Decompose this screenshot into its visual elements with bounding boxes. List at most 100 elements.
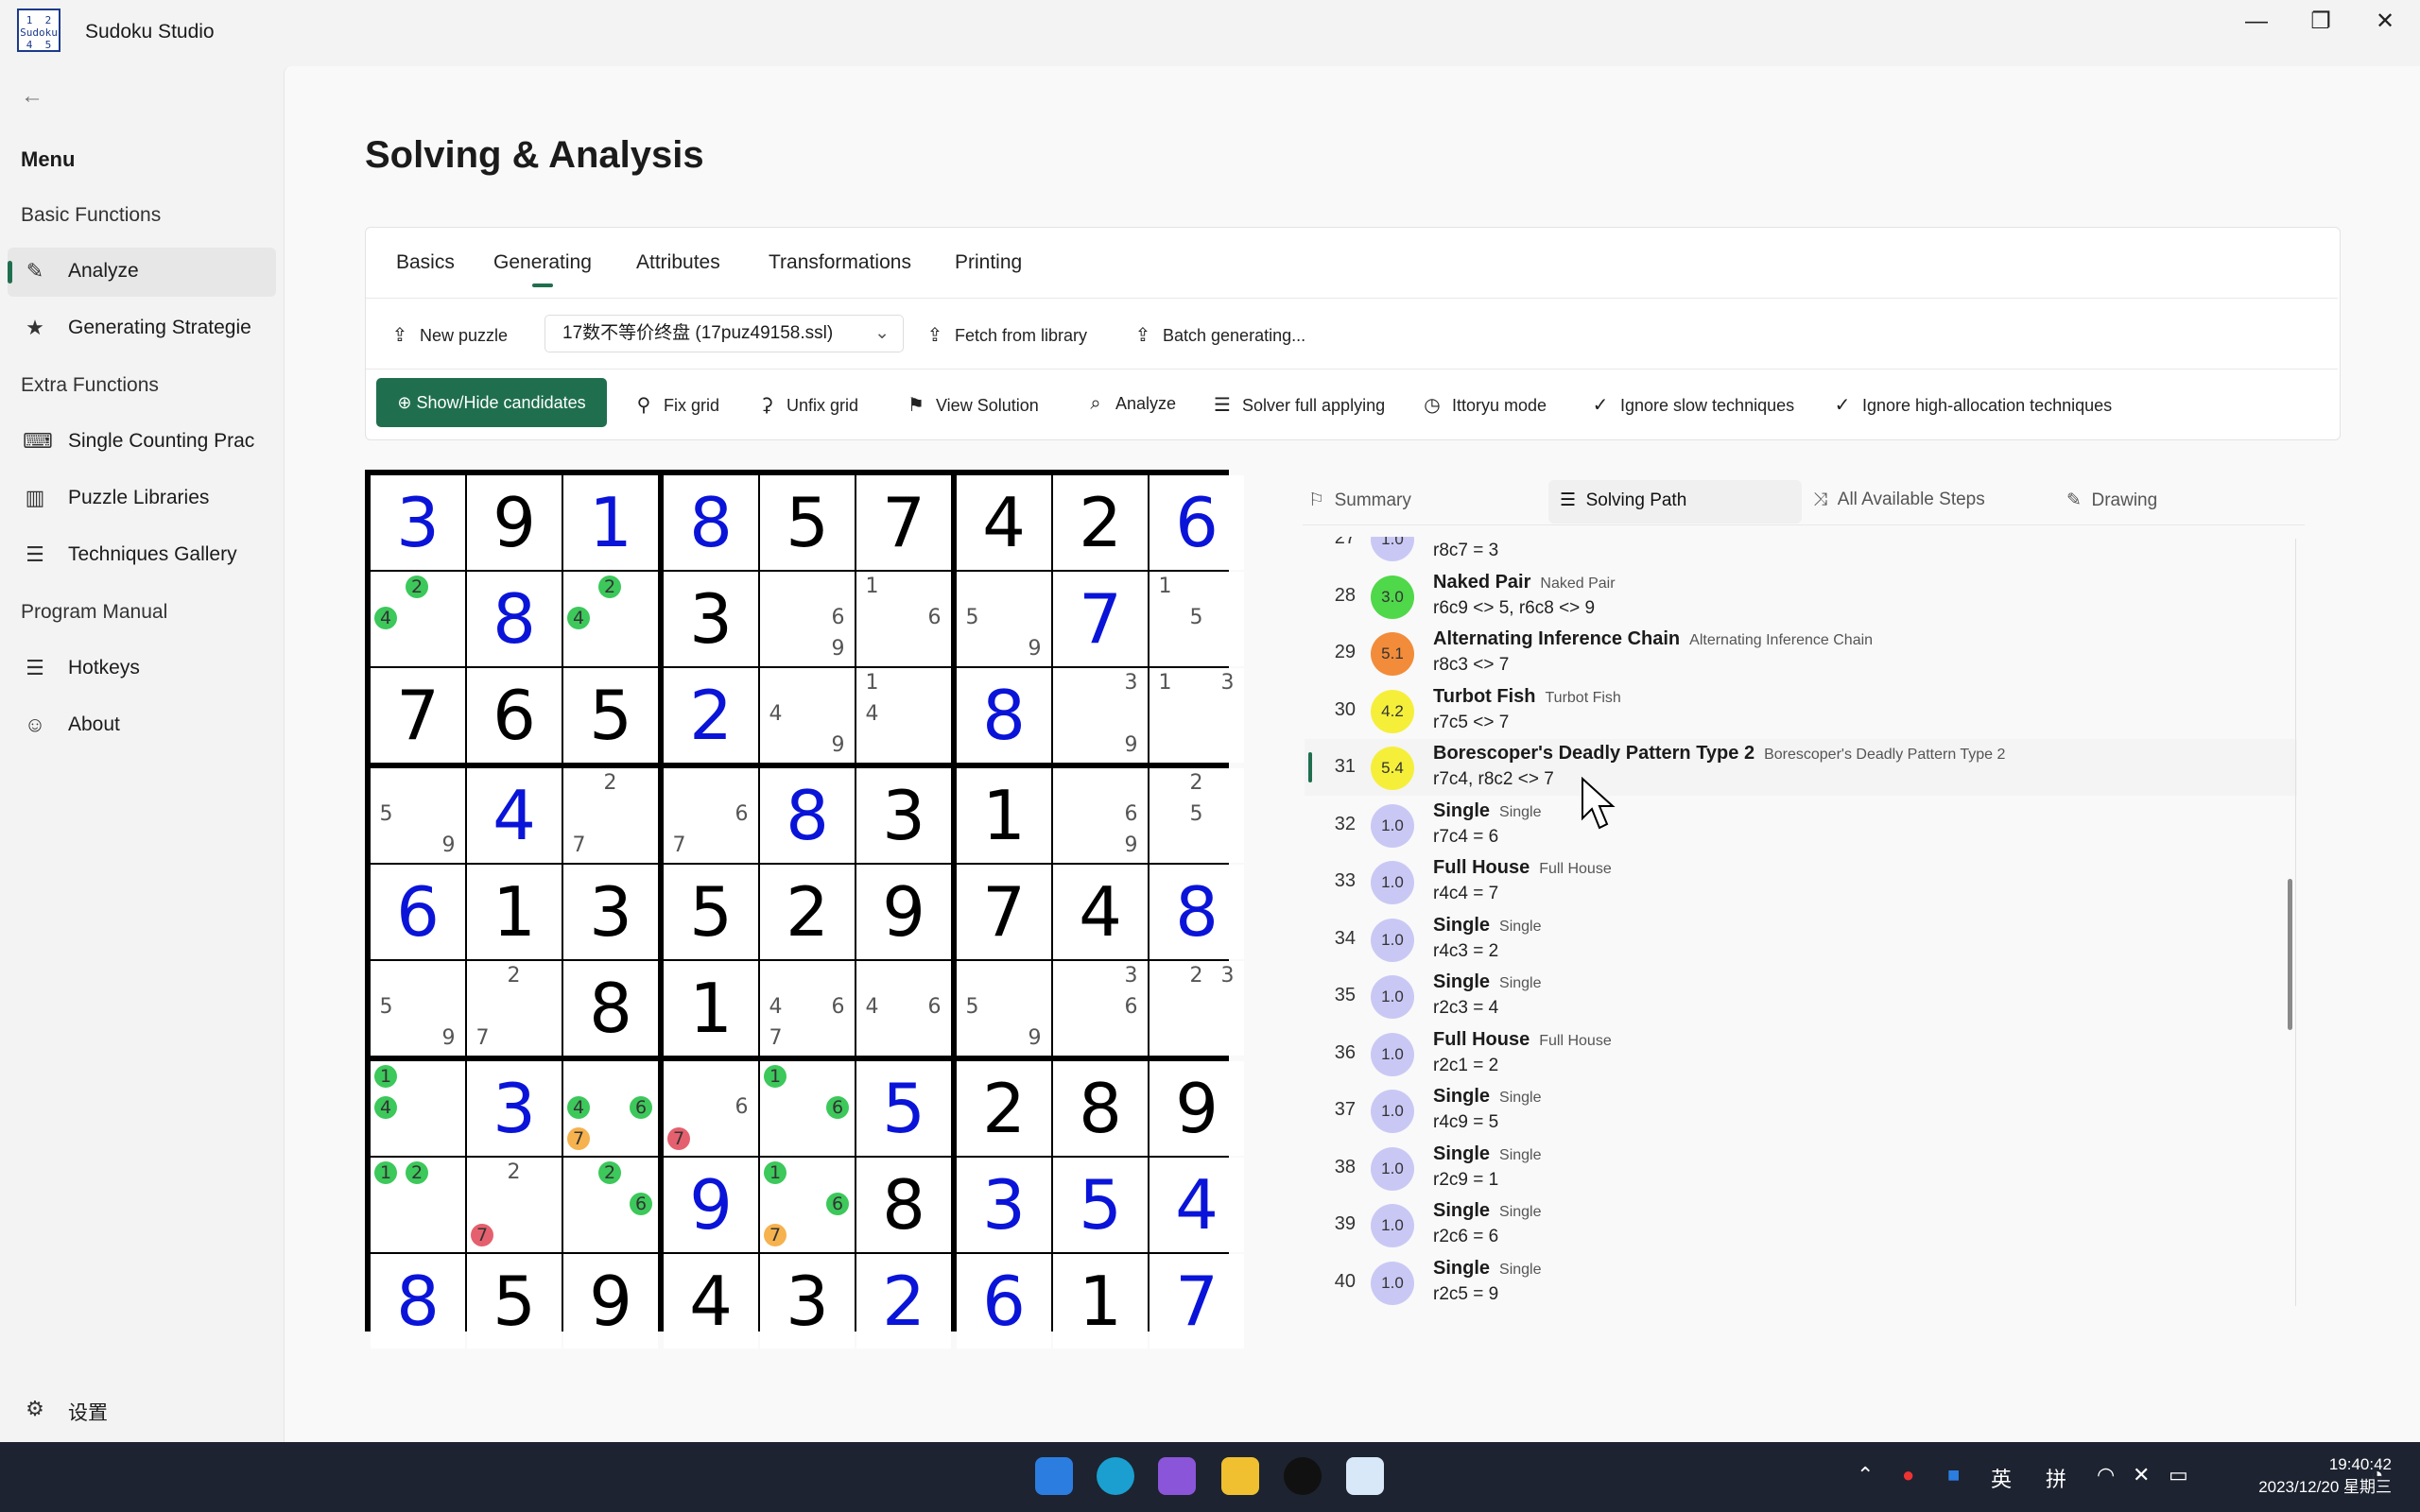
grid-cell[interactable]: 46 (856, 961, 951, 1056)
step-row[interactable]: 39 1.0 Single Single r2c6 = 6 (1305, 1196, 2297, 1253)
grid-cell[interactable]: 2 (664, 668, 758, 763)
restore-button[interactable]: ❐ (2288, 0, 2354, 43)
new-puzzle-button[interactable]: ⇪ New puzzle (388, 323, 508, 347)
step-row[interactable]: 32 1.0 Single Single r7c4 = 6 (1305, 797, 2297, 853)
grid-cell[interactable]: 26 (563, 1158, 658, 1252)
grid-cell[interactable]: 9 (1150, 1061, 1244, 1156)
tab-generating[interactable]: Generating (493, 251, 592, 274)
grid-cell[interactable]: 4 (664, 1254, 758, 1349)
grid-cell[interactable]: 5 (664, 865, 758, 959)
grid-cell[interactable]: 8 (1053, 1061, 1148, 1156)
grid-cell[interactable]: 5 (760, 475, 855, 570)
step-row[interactable]: 36 1.0 Full House Full House r2c1 = 2 (1305, 1025, 2297, 1082)
grid-cell[interactable]: 6 (467, 668, 562, 763)
grid-cell[interactable]: 69 (1053, 768, 1148, 863)
grid-cell[interactable]: 1 (957, 768, 1051, 863)
grid-cell[interactable]: 8 (957, 668, 1051, 763)
grid-cell[interactable]: 3 (957, 1158, 1051, 1252)
sidebar-item-analyze[interactable]: ✎ Analyze (8, 248, 276, 297)
grid-cell[interactable]: 5 (563, 668, 658, 763)
grid-cell[interactable]: 2 (1053, 475, 1148, 570)
notification-bell-icon[interactable]: ◔ (2371, 1463, 2383, 1487)
close-button[interactable]: ✕ (2352, 0, 2418, 43)
sudoku-grid[interactable]: 3918574262482436916597157652491483913594… (365, 470, 1244, 1349)
fetch-library-button[interactable]: ⇪ Fetch from library (923, 323, 1087, 347)
unfix-grid-button[interactable]: ⚳ Unfix grid (754, 393, 858, 417)
grid-cell[interactable]: 59 (957, 572, 1051, 666)
grid-cell[interactable]: 7 (371, 668, 465, 763)
grid-cell[interactable]: 59 (957, 961, 1051, 1056)
step-row[interactable]: 38 1.0 Single Single r2c9 = 1 (1305, 1140, 2297, 1196)
grid-cell[interactable]: 14 (371, 1061, 465, 1156)
tab-transformations[interactable]: Transformations (769, 251, 911, 274)
fix-grid-button[interactable]: ⚲ Fix grid (631, 393, 719, 417)
grid-cell[interactable]: 36 (1053, 961, 1148, 1056)
grid-cell[interactable]: 3 (467, 1061, 562, 1156)
grid-cell[interactable]: 59 (371, 961, 465, 1056)
grid-cell[interactable]: 16 (856, 572, 951, 666)
qq-icon[interactable] (1284, 1457, 1322, 1495)
grid-cell[interactable]: 1 (563, 475, 658, 570)
view-solution-button[interactable]: ⚑ View Solution (904, 393, 1039, 417)
step-row[interactable]: 33 1.0 Full House Full House r4c4 = 7 (1305, 853, 2297, 910)
solving-path-list[interactable]: 27 1.0 Full House Full House r8c7 = 3 28 3.0 Na… (1305, 537, 2297, 1306)
grid-cell[interactable]: 9 (467, 475, 562, 570)
grid-cell[interactable]: 6 (1150, 475, 1244, 570)
grid-cell[interactable]: 6 (371, 865, 465, 959)
tab-drawing[interactable]: ✎ Drawing (2066, 490, 2157, 511)
sudoku-studio-taskbar-icon[interactable] (1346, 1457, 1384, 1495)
batch-generating-button[interactable]: ⇪ Batch generating... (1131, 323, 1306, 347)
grid-cell[interactable]: 4 (1053, 865, 1148, 959)
step-row[interactable]: 37 1.0 Single Single r4c9 = 5 (1305, 1082, 2297, 1139)
grid-cell[interactable]: 8 (760, 768, 855, 863)
battery-icon[interactable]: ▭ (2169, 1463, 2188, 1487)
step-row[interactable]: 31 5.4 Borescoper's Deadly Pattern Type 2B… (1305, 739, 2297, 796)
step-row[interactable]: 271.0Full HouseFull Houser8c7 = 3 (1305, 537, 2297, 567)
grid-cell[interactable]: 3 (563, 865, 658, 959)
grid-cell[interactable]: 27 (563, 768, 658, 863)
grid-cell[interactable]: 4 (1150, 1158, 1244, 1252)
grid-cell[interactable]: 1 (1053, 1254, 1148, 1349)
grid-cell[interactable]: 39 (1053, 668, 1148, 763)
ignore-slow-toggle[interactable]: ✓ Ignore slow techniques (1588, 393, 1795, 417)
tab-basics[interactable]: Basics (396, 251, 455, 274)
grid-cell[interactable]: 12 (371, 1158, 465, 1252)
grid-cell[interactable]: 4 6 7 (563, 1061, 658, 1156)
ignore-high-allocation-toggle[interactable]: ✓ Ignore high-allocation techniques (1830, 393, 2113, 417)
grid-cell[interactable]: 4 6 7 (760, 961, 855, 1056)
grid-cell[interactable]: 8 (664, 475, 758, 570)
grid-cell[interactable]: 4 (467, 768, 562, 863)
grid-cell[interactable]: 69 (760, 572, 855, 666)
grid-cell[interactable]: 3 (664, 572, 758, 666)
grid-cell[interactable]: 7 (957, 865, 1051, 959)
grid-cell[interactable]: 27 (467, 1158, 562, 1252)
grid-cell[interactable]: 1 6 7 (760, 1158, 855, 1252)
step-row[interactable]: 30 4.2 Turbot Fish Turbot Fish r7c5 <> 7 (1305, 682, 2297, 739)
sidebar-item-techniques-gallery[interactable]: ☰ Techniques Gallery (8, 531, 276, 580)
file-explorer-icon[interactable] (1221, 1457, 1259, 1495)
sidebar-item-about[interactable]: ☺ About (8, 701, 276, 750)
grid-cell[interactable]: 8 (563, 961, 658, 1056)
grid-cell[interactable]: 5 (856, 1061, 951, 1156)
grid-cell[interactable]: 3 (856, 768, 951, 863)
step-row[interactable]: 34 1.0 Single Single r4c3 = 2 (1305, 911, 2297, 968)
grid-cell[interactable]: 13 (1150, 668, 1244, 763)
grid-cell[interactable]: 2 (957, 1061, 1051, 1156)
grid-cell[interactable]: 5 (1053, 1158, 1148, 1252)
clock[interactable]: 19:40:42 2023/12/20 星期三 (2212, 1453, 2392, 1499)
tab-attributes[interactable]: Attributes (636, 251, 720, 274)
grid-cell[interactable]: 8 (467, 572, 562, 666)
scrollbar-thumb[interactable] (2288, 879, 2292, 1030)
grid-cell[interactable]: 9 (563, 1254, 658, 1349)
grid-cell[interactable]: 67 (664, 768, 758, 863)
puzzle-select[interactable]: 17数不等价终盘 (17puz49158.ssl) ⌄ (544, 315, 904, 352)
chevron-up-icon[interactable]: ⌃ (1857, 1463, 1874, 1487)
grid-cell[interactable]: 59 (371, 768, 465, 863)
grid-cell[interactable]: 7 (1150, 1254, 1244, 1349)
grid-cell[interactable]: 9 (856, 865, 951, 959)
solver-full-applying-button[interactable]: ☰ Solver full applying (1210, 393, 1385, 417)
tab-solving-path[interactable]: ☰ Solving Path (1560, 490, 1686, 511)
ime-language[interactable]: 英 (1991, 1463, 2012, 1493)
step-row[interactable]: 40 1.0 Single Single r2c5 = 9 (1305, 1254, 2297, 1307)
tab-printing[interactable]: Printing (955, 251, 1022, 274)
